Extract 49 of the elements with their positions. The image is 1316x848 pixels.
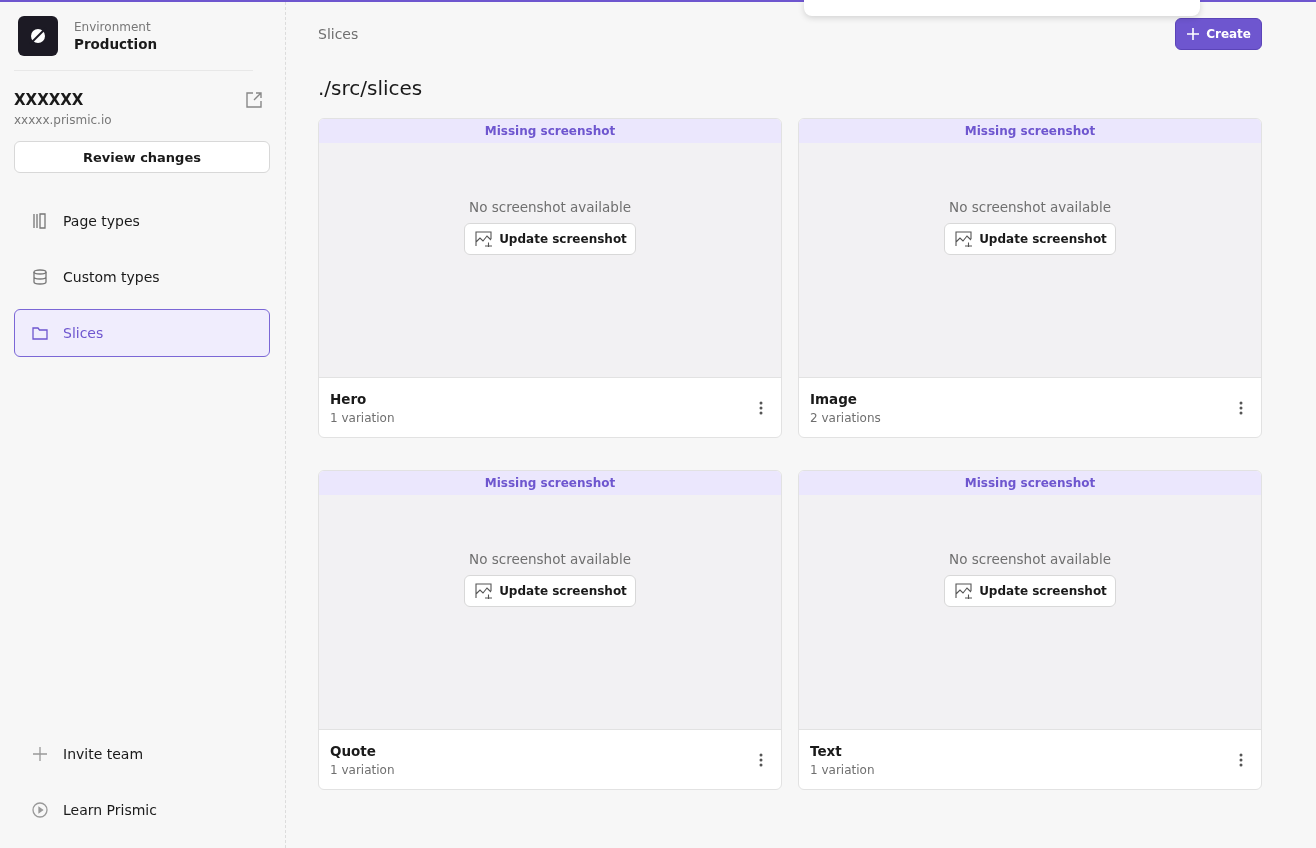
slice-card[interactable]: Missing screenshot No screenshot available Update screenshot Hero 1 variation	[318, 118, 782, 438]
empty-text: No screenshot available	[949, 551, 1111, 567]
slice-name: Image	[810, 390, 859, 407]
update-screenshot-button[interactable]: Update screenshot	[464, 223, 636, 255]
folder-icon	[31, 324, 49, 342]
play-circle-icon	[31, 801, 49, 819]
nav-item[interactable]: Learn Prismic	[14, 786, 270, 834]
nav-item[interactable]: Slices	[14, 309, 270, 357]
page-heading: ./src/slices	[318, 76, 424, 100]
variation-count: 1 variation	[330, 410, 395, 425]
columns-icon	[31, 212, 49, 230]
external-link-icon[interactable]	[245, 91, 263, 109]
update-screenshot-button[interactable]: Update screenshot	[944, 575, 1116, 607]
nav-item[interactable]: Page types	[14, 197, 270, 245]
plus-icon	[1186, 27, 1201, 41]
empty-text: No screenshot available	[949, 199, 1111, 215]
empty-text: No screenshot available	[469, 551, 631, 567]
environment-label: Environment	[74, 20, 152, 34]
missing-screenshot-banner: Missing screenshot	[799, 471, 1261, 495]
logo-icon	[18, 16, 58, 56]
image-add-icon	[955, 583, 974, 599]
variation-count: 1 variation	[330, 762, 395, 777]
slice-card[interactable]: Missing screenshot No screenshot available Update screenshot Quote 1 variation	[318, 470, 782, 790]
image-add-icon	[475, 231, 494, 247]
repository-url: xxxxx.prismic.io	[14, 113, 112, 127]
create-button[interactable]: Create	[1175, 18, 1262, 50]
slice-card[interactable]: Missing screenshot No screenshot available Update screenshot Image 2 variations	[798, 118, 1262, 438]
review-changes-button[interactable]: Review changes	[14, 141, 270, 173]
image-add-icon	[475, 583, 494, 599]
slice-name: Text	[810, 742, 843, 759]
slice-name: Hero	[330, 390, 368, 407]
nav-item[interactable]: Custom types	[14, 253, 270, 301]
empty-text: No screenshot available	[469, 199, 631, 215]
slice-name: Quote	[330, 742, 377, 759]
variation-count: 2 variations	[810, 410, 881, 425]
breadcrumb: Slices	[318, 26, 359, 42]
missing-screenshot-banner: Missing screenshot	[319, 119, 781, 143]
nav-item[interactable]: Invite team	[14, 730, 270, 778]
variation-count: 1 variation	[810, 762, 875, 777]
update-screenshot-button[interactable]: Update screenshot	[944, 223, 1116, 255]
database-icon	[31, 268, 49, 286]
environment-name: Production	[74, 36, 158, 52]
image-add-icon	[955, 231, 974, 247]
slice-card[interactable]: Missing screenshot No screenshot available Update screenshot Text 1 variation	[798, 470, 1262, 790]
missing-screenshot-banner: Missing screenshot	[319, 471, 781, 495]
missing-screenshot-banner: Missing screenshot	[799, 119, 1261, 143]
plus-icon	[31, 745, 49, 763]
repository-name: XXXXXX	[14, 91, 85, 109]
update-screenshot-button[interactable]: Update screenshot	[464, 575, 636, 607]
